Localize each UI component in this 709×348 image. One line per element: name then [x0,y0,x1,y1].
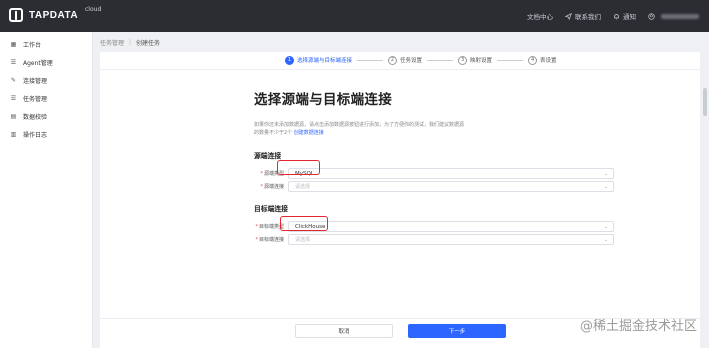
target-section-title: 目标端连接 [254,205,288,213]
description-line-2: 的数量不少于2个 创建数据连接 [254,129,494,137]
step-number: 1 [285,55,294,65]
source-type-select[interactable]: MySQL ⌄ [288,168,614,179]
chevron-down-icon: ⌄ [603,171,608,177]
sidebar-item-workbench[interactable]: ▦ 工作台 [0,35,92,53]
sidebar-item-connections[interactable]: ✎ 连接管理 [0,71,92,89]
logo[interactable]: TAPDATA cloud [9,6,101,22]
sidebar: ▦ 工作台 ☰ Agent管理 ✎ 连接管理 ☰ 任务管理 ▤ 数据校验 ▥ 操… [0,32,93,348]
sidebar-item-agent[interactable]: ☰ Agent管理 [0,53,92,71]
step-number: 3 [458,55,468,65]
verify-icon: ▤ [10,112,17,120]
sidebar-item-label: 连接管理 [23,77,48,85]
notification-button[interactable]: 通知 [613,11,636,21]
log-icon: ▥ [10,130,17,138]
target-connection-row: *目标端连接 请选择 ⌄ [254,233,614,246]
step-number: 4 [528,55,538,65]
breadcrumb-separator: | [129,39,132,46]
docs-label: 文档中心 [527,13,553,21]
page-title: 选择源端与目标端连接 [254,92,392,108]
source-type-highlight [277,160,320,175]
step-connector [357,59,384,61]
target-type-highlight [280,216,328,231]
dashboard-icon: ▦ [10,40,17,48]
docs-link[interactable]: 文档中心 [527,11,553,21]
chevron-down-icon: ⌄ [603,224,608,230]
target-connection-select[interactable]: 请选择 ⌄ [288,234,614,245]
scrollbar[interactable] [703,88,707,116]
source-connection-row: *源端连接 请选择 ⌄ [254,180,614,193]
main-card: 1 选择源端与目标端连接 2 任务设置 3 映射设置 4 表设置 选择源端与目标… [100,52,700,348]
breadcrumb-parent[interactable]: 任务管理 [100,38,124,47]
sidebar-item-label: 任务管理 [23,95,48,103]
contact-label: 联系我们 [575,13,601,21]
step-label: 映射设置 [470,58,493,64]
agent-icon: ☰ [10,58,17,66]
chevron-down-icon: ⌄ [603,237,608,243]
sidebar-item-tasks[interactable]: ☰ 任务管理 [0,89,92,107]
chevron-down-icon: ⌄ [603,184,608,190]
sidebar-item-label: Agent管理 [23,59,53,67]
sidebar-item-label: 操作日志 [23,131,48,139]
step-1[interactable]: 1 选择源端与目标端连接 [285,55,353,65]
description-line-1: 如果你还未添加数据源，请点击添加数据源按钮进行添加，为了方便你的测试，我们建议数… [254,122,465,128]
step-3[interactable]: 3 映射设置 [458,55,493,65]
step-indicator: 1 选择源端与目标端连接 2 任务设置 3 映射设置 4 表设置 [100,52,700,68]
description-text: 的数量不少于2个 [254,130,293,136]
sidebar-item-label: 数据校验 [23,113,48,121]
create-connection-link[interactable]: 创建数据连接 [294,130,324,136]
source-connection-select[interactable]: 请选择 ⌄ [288,181,614,192]
source-connection-label: *源端连接 [260,184,284,190]
cancel-button[interactable]: 取消 [295,324,393,338]
brand-cloud-label: cloud [85,6,102,13]
step-2[interactable]: 2 任务设置 [388,55,423,65]
step-label: 表设置 [540,58,557,64]
step-number: 2 [388,55,398,65]
steps-divider [100,69,700,70]
target-connection-placeholder: 请选择 [295,237,311,243]
contact-link[interactable]: 联系我们 [565,11,601,21]
bell-icon [614,13,619,19]
description: 如果你还未添加数据源，请点击添加数据源按钮进行添加，为了方便你的测试，我们建议数… [254,121,494,137]
step-connector [497,59,524,61]
sidebar-item-logs[interactable]: ▥ 操作日志 [0,125,92,143]
top-navigation-bar: TAPDATA cloud 文档中心 联系我们 通知 [0,0,709,32]
connection-icon: ✎ [10,76,17,84]
watermark: @稀土掘金技术社区 [579,319,697,334]
username-blurred [661,13,699,19]
sidebar-item-label: 工作台 [23,41,42,49]
notify-label: 通知 [623,13,636,21]
breadcrumb-current: 创建任务 [136,40,161,47]
step-4[interactable]: 4 表设置 [528,55,557,65]
task-icon: ☰ [10,94,17,102]
user-menu[interactable] [648,12,699,20]
target-connection-label: *目标端连接 [255,237,284,243]
brand-name: TAPDATA [29,9,79,21]
tapdata-logo-icon [9,8,23,22]
step-connector [427,59,454,61]
source-section-title: 源端连接 [254,152,282,160]
next-step-button[interactable]: 下一步 [408,324,506,338]
breadcrumb: 任务管理 | 创建任务 [100,38,160,47]
step-label: 选择源端与目标端连接 [297,58,353,64]
target-type-select[interactable]: ClickHouse ⌄ [288,221,614,232]
source-connection-placeholder: 请选择 [295,184,311,190]
sidebar-item-verify[interactable]: ▤ 数据校验 [0,107,92,125]
user-icon [648,12,655,20]
send-icon [565,12,572,20]
step-label: 任务设置 [400,58,423,64]
